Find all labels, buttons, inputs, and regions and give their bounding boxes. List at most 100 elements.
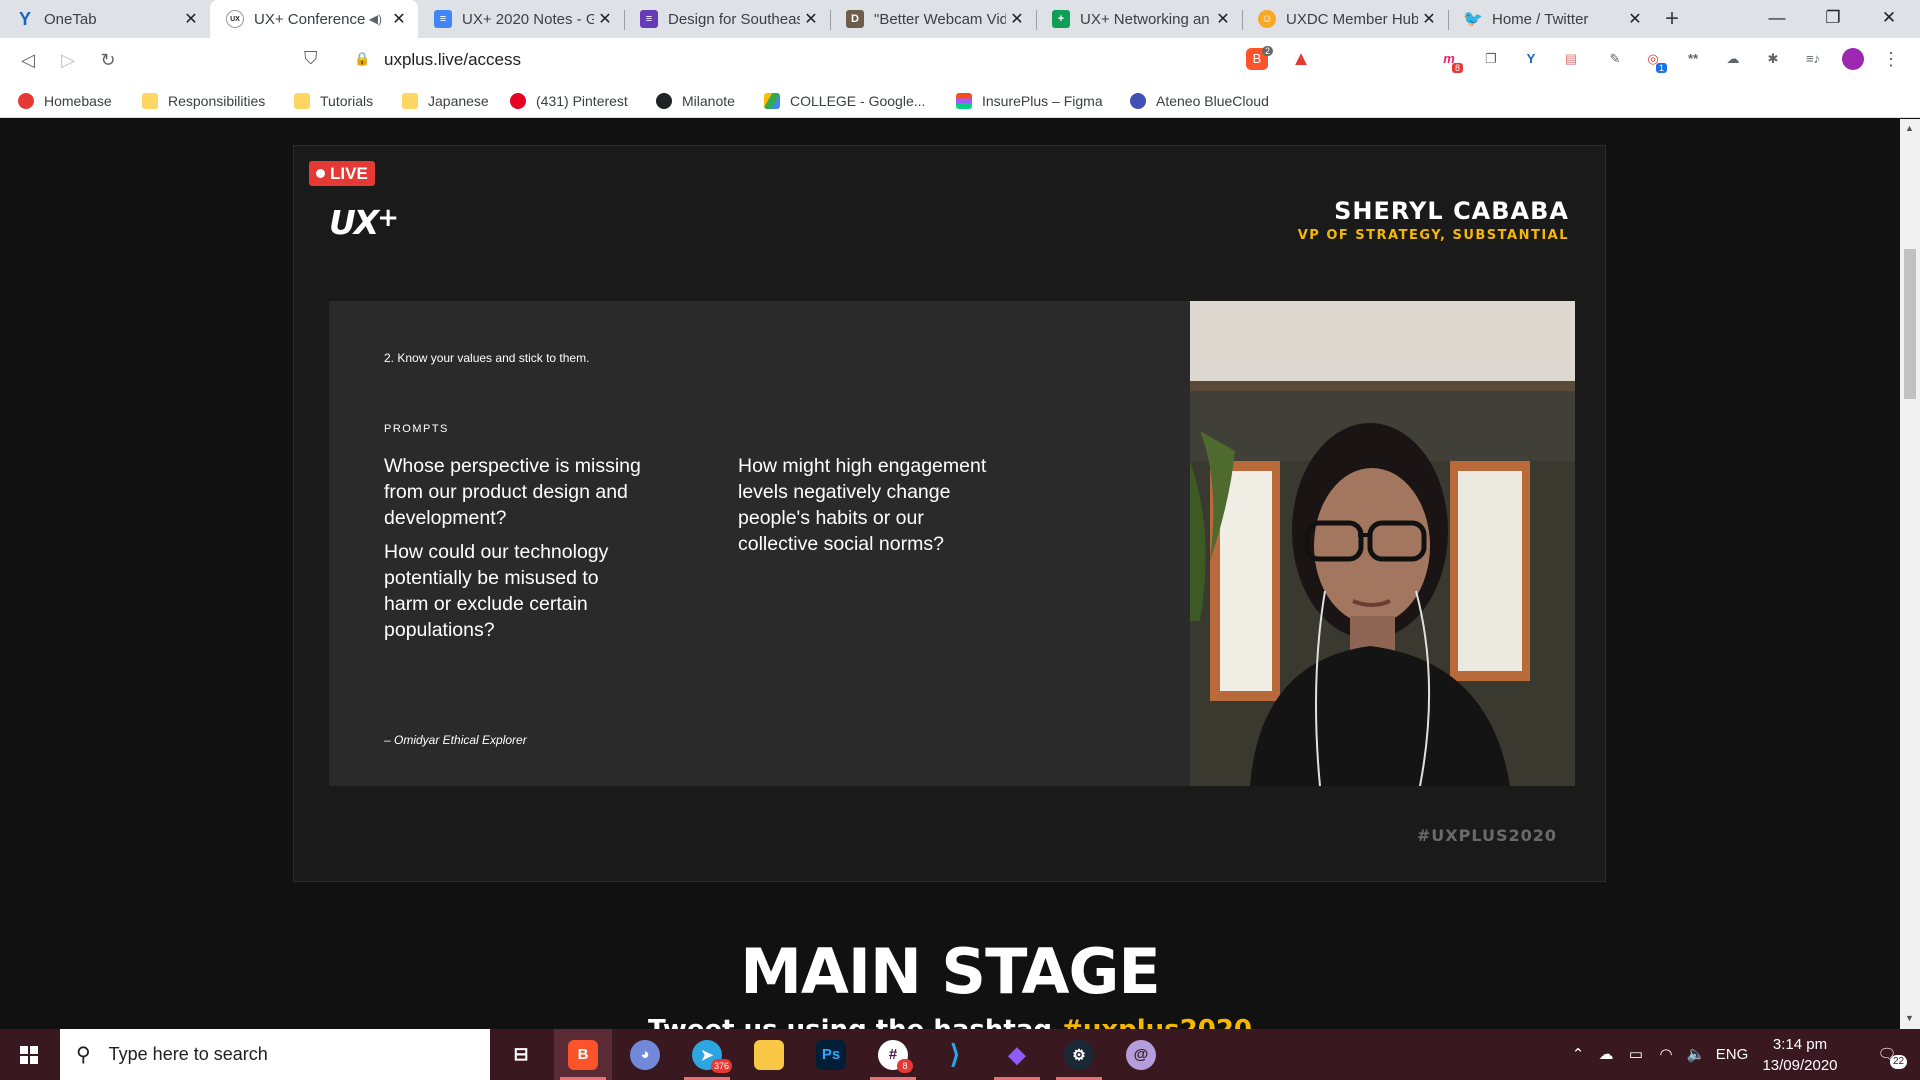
- lock-icon[interactable]: 🔒: [354, 51, 370, 67]
- scrollbar-thumb[interactable]: [1904, 249, 1916, 399]
- close-icon[interactable]: ✕: [1212, 9, 1234, 29]
- tab-strip: Y OneTab ✕ UX UX+ Conference ◀) ✕ ≡ UX+ …: [0, 0, 1920, 38]
- dropbox-paper-icon: D: [846, 10, 864, 28]
- back-button[interactable]: ◁: [14, 46, 42, 74]
- scroll-down-arrow-icon[interactable]: ▼: [1905, 1013, 1914, 1023]
- address-bar[interactable]: ⛉ 🔒 uxplus.live/access: [296, 42, 1324, 78]
- bookmark-icon[interactable]: ⛉: [304, 48, 318, 69]
- forward-button[interactable]: ▷: [54, 46, 82, 74]
- profile-avatar[interactable]: [1842, 48, 1864, 70]
- strawberry-icon: [18, 93, 34, 109]
- bookmark-responsibilities[interactable]: Responsibilities: [142, 90, 265, 112]
- taskbar-search[interactable]: ⚲ Type here to search: [60, 1029, 490, 1080]
- close-icon[interactable]: ✕: [1624, 9, 1646, 29]
- taskbar-app-spiral[interactable]: @: [1112, 1029, 1170, 1080]
- tweet-prompt: Tweet us using the hashtag #uxplus2020: [0, 1015, 1900, 1029]
- notes-extension-icon[interactable]: ▤: [1560, 48, 1582, 70]
- tweet-hashtag-link[interactable]: #uxplus2020: [1061, 1015, 1252, 1029]
- bookmark-milanote[interactable]: Milanote: [656, 90, 735, 112]
- speaker-icon[interactable]: ◀): [369, 12, 382, 26]
- taskbar-slack[interactable]: # 8: [864, 1029, 922, 1080]
- tab-uxplus-conference[interactable]: UX UX+ Conference ◀) ✕: [210, 0, 418, 38]
- clock-time[interactable]: 3:14 pm: [1750, 1036, 1850, 1053]
- restore-button[interactable]: ❐: [1806, 0, 1860, 38]
- page-scrollbar[interactable]: ▲ ▼: [1900, 119, 1920, 1029]
- tab-uxplus-networking[interactable]: + UX+ Networking an ✕: [1036, 0, 1242, 38]
- live-badge: LIVE: [309, 161, 375, 186]
- taskbar-file-explorer[interactable]: [740, 1029, 798, 1080]
- slide-point: 2. Know your values and stick to them.: [384, 351, 590, 365]
- bookmark-insureplus-figma[interactable]: InsurePlus – Figma: [956, 90, 1103, 112]
- close-icon[interactable]: ✕: [594, 9, 616, 29]
- volume-icon[interactable]: 🔈: [1682, 1029, 1710, 1080]
- tab-stack-icon[interactable]: ❐: [1480, 48, 1502, 70]
- uxplus-icon: UX: [226, 10, 244, 28]
- scroll-up-arrow-icon[interactable]: ▲: [1905, 123, 1914, 133]
- reload-button[interactable]: ↻: [94, 46, 122, 74]
- bookmark-pinterest[interactable]: (431) Pinterest: [510, 90, 628, 112]
- close-window-button[interactable]: ✕: [1862, 0, 1916, 38]
- tab-uxdc-member-hub[interactable]: ☺ UXDC Member Hub ✕: [1242, 0, 1448, 38]
- uxplus-logo: UX+: [329, 203, 399, 242]
- bookmark-homebase[interactable]: Homebase: [18, 90, 112, 112]
- close-icon[interactable]: ✕: [388, 9, 410, 29]
- menu-kebab-icon[interactable]: ⋮: [1880, 48, 1902, 70]
- tab-design-southeast[interactable]: ≡ Design for Southeas ✕: [624, 0, 830, 38]
- eyedropper-icon[interactable]: ✎: [1604, 48, 1626, 70]
- onetab-extension-icon[interactable]: Y: [1520, 48, 1542, 70]
- extensions-puzzle-icon[interactable]: ✱: [1762, 48, 1784, 70]
- taskbar-obsidian[interactable]: ◆: [988, 1029, 1046, 1080]
- brave-rewards-icon[interactable]: ▲: [1290, 48, 1312, 70]
- url-text[interactable]: uxplus.live/access: [384, 50, 521, 70]
- milanote-icon: [656, 93, 672, 109]
- wifi-icon[interactable]: ◠: [1652, 1029, 1680, 1080]
- minimize-button[interactable]: —: [1750, 0, 1804, 38]
- show-hidden-icons[interactable]: ⌃: [1566, 1029, 1590, 1080]
- folder-icon: [402, 93, 418, 109]
- bookmark-japanese[interactable]: Japanese: [402, 90, 489, 112]
- onedrive-cloud-icon[interactable]: ☁: [1592, 1029, 1620, 1080]
- speaker-role: VP OF STRATEGY, SUBSTANTIAL: [1297, 228, 1569, 243]
- taskbar-steam[interactable]: ⚙: [1050, 1029, 1108, 1080]
- asterisk-extension-icon[interactable]: **: [1682, 48, 1704, 70]
- folder-icon: [294, 93, 310, 109]
- close-icon[interactable]: ✕: [1418, 9, 1440, 29]
- media-control-icon[interactable]: ≡♪: [1802, 48, 1824, 70]
- windows-taskbar: ⚲ Type here to search ⊟ B ◕ ➤ 376 Ps # 8…: [0, 1029, 1920, 1080]
- tab-uxplus-notes[interactable]: ≡ UX+ 2020 Notes - G ✕: [418, 0, 624, 38]
- taskbar-brave[interactable]: B: [554, 1029, 612, 1080]
- live-dot-icon: [316, 169, 325, 178]
- speaker-webcam-image: [1190, 301, 1575, 786]
- taskbar-telegram[interactable]: ➤ 376: [678, 1029, 736, 1080]
- clock-date[interactable]: 13/09/2020: [1750, 1057, 1850, 1074]
- speaker-name: SHERYL CABABA: [1334, 197, 1569, 225]
- close-icon[interactable]: ✕: [1006, 9, 1028, 29]
- task-view-button[interactable]: ⊟: [492, 1029, 550, 1080]
- brave-badge: 2: [1262, 46, 1274, 56]
- slide-question-2: How could our technology potentially be …: [384, 541, 609, 641]
- livestream-player[interactable]: LIVE UX+ SHERYL CABABA VP OF STRATEGY, S…: [293, 145, 1606, 882]
- bookmark-college-drive[interactable]: COLLEGE - Google...: [764, 90, 925, 112]
- bookmark-tutorials[interactable]: Tutorials: [294, 90, 373, 112]
- start-button[interactable]: [0, 1029, 58, 1080]
- web-page: LIVE UX+ SHERYL CABABA VP OF STRATEGY, S…: [0, 119, 1900, 1029]
- new-tab-button[interactable]: +: [1658, 6, 1686, 34]
- notification-center-button[interactable]: 🗨 22: [1862, 1029, 1912, 1080]
- close-icon[interactable]: ✕: [800, 9, 822, 29]
- language-indicator[interactable]: ENG: [1712, 1029, 1752, 1080]
- tab-better-webcam[interactable]: D "Better Webcam Vid ✕: [830, 0, 1036, 38]
- brave-icon: B: [568, 1039, 598, 1070]
- tab-twitter[interactable]: 🐦 Home / Twitter ✕: [1448, 0, 1654, 38]
- taskbar-photoshop[interactable]: Ps: [802, 1029, 860, 1080]
- cloud-icon[interactable]: ☁: [1722, 48, 1744, 70]
- bookmark-ateneo-bluecloud[interactable]: Ateneo BlueCloud: [1130, 90, 1269, 112]
- taskbar-vscode[interactable]: ⟩: [926, 1029, 984, 1080]
- event-hashtag: #UXPLUS2020: [1416, 826, 1557, 845]
- battery-icon[interactable]: ▭: [1622, 1029, 1650, 1080]
- taskbar-discord[interactable]: ◕: [616, 1029, 674, 1080]
- presentation-slide: 2. Know your values and stick to them. P…: [329, 301, 1193, 786]
- tab-onetab[interactable]: Y OneTab ✕: [0, 0, 210, 38]
- windows-logo-icon: [20, 1046, 38, 1064]
- close-icon[interactable]: ✕: [180, 9, 202, 29]
- google-docs-icon: ≡: [434, 10, 452, 28]
